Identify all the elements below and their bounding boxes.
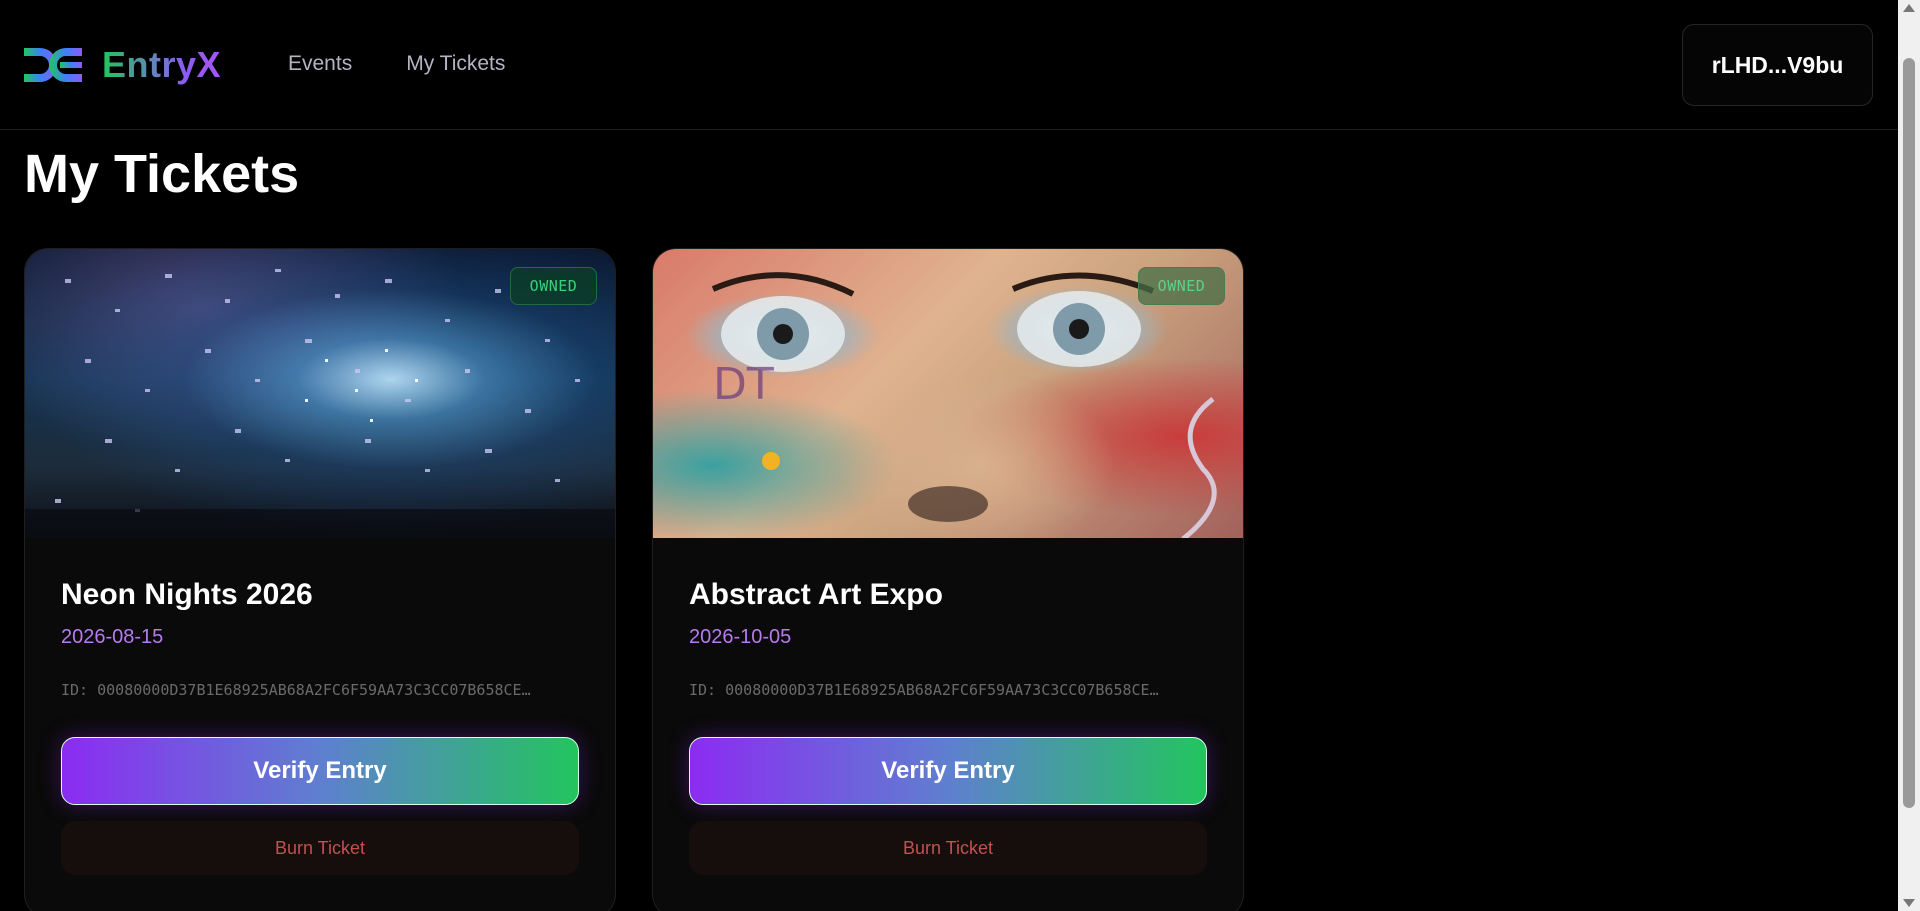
wallet-address-button[interactable]: rLHD...V9bu bbox=[1682, 24, 1873, 106]
ticket-card: OWNED Neon Nights 2026 2026-08-15 ID: 00… bbox=[24, 248, 616, 911]
burn-ticket-button[interactable]: Burn Ticket bbox=[61, 821, 579, 875]
event-title: Neon Nights 2026 bbox=[61, 578, 313, 611]
event-image: OWNED bbox=[25, 249, 615, 538]
verify-entry-button[interactable]: Verify Entry bbox=[689, 737, 1207, 805]
owned-badge: OWNED bbox=[1138, 267, 1225, 305]
owned-badge: OWNED bbox=[510, 267, 597, 305]
scroll-up-arrow-icon[interactable] bbox=[1903, 4, 1915, 12]
event-date: 2026-08-15 bbox=[61, 626, 164, 648]
main-nav: Events My Tickets bbox=[288, 52, 505, 76]
burn-ticket-button[interactable]: Burn Ticket bbox=[689, 821, 1207, 875]
top-nav-bar: EntryX Events My Tickets rLHD...V9bu bbox=[0, 0, 1898, 130]
page-title: My Tickets bbox=[24, 144, 300, 204]
verify-entry-button[interactable]: Verify Entry bbox=[61, 737, 579, 805]
ticket-id: ID: 00080000D37B1E68925AB68A2FC6F59AA73C… bbox=[689, 681, 1159, 699]
brand-name: EntryX bbox=[102, 44, 222, 85]
brand-logo[interactable]: EntryX bbox=[22, 44, 221, 86]
nav-link-events[interactable]: Events bbox=[288, 52, 352, 76]
nav-link-my-tickets[interactable]: My Tickets bbox=[406, 52, 505, 76]
ticket-id: ID: 00080000D37B1E68925AB68A2FC6F59AA73C… bbox=[61, 681, 531, 699]
svg-text:DT: DT bbox=[713, 359, 774, 410]
event-image: DT OWNED bbox=[653, 249, 1243, 538]
ticket-card: DT OWNED Abstract Art Expo 2026-10-05 ID… bbox=[652, 248, 1244, 911]
event-title: Abstract Art Expo bbox=[689, 578, 943, 611]
event-date: 2026-10-05 bbox=[689, 626, 792, 648]
scroll-thumb[interactable] bbox=[1903, 58, 1915, 808]
scroll-down-arrow-icon[interactable] bbox=[1903, 899, 1915, 907]
entryx-logo-icon bbox=[24, 48, 82, 82]
page-scrollbar[interactable] bbox=[1898, 0, 1920, 911]
